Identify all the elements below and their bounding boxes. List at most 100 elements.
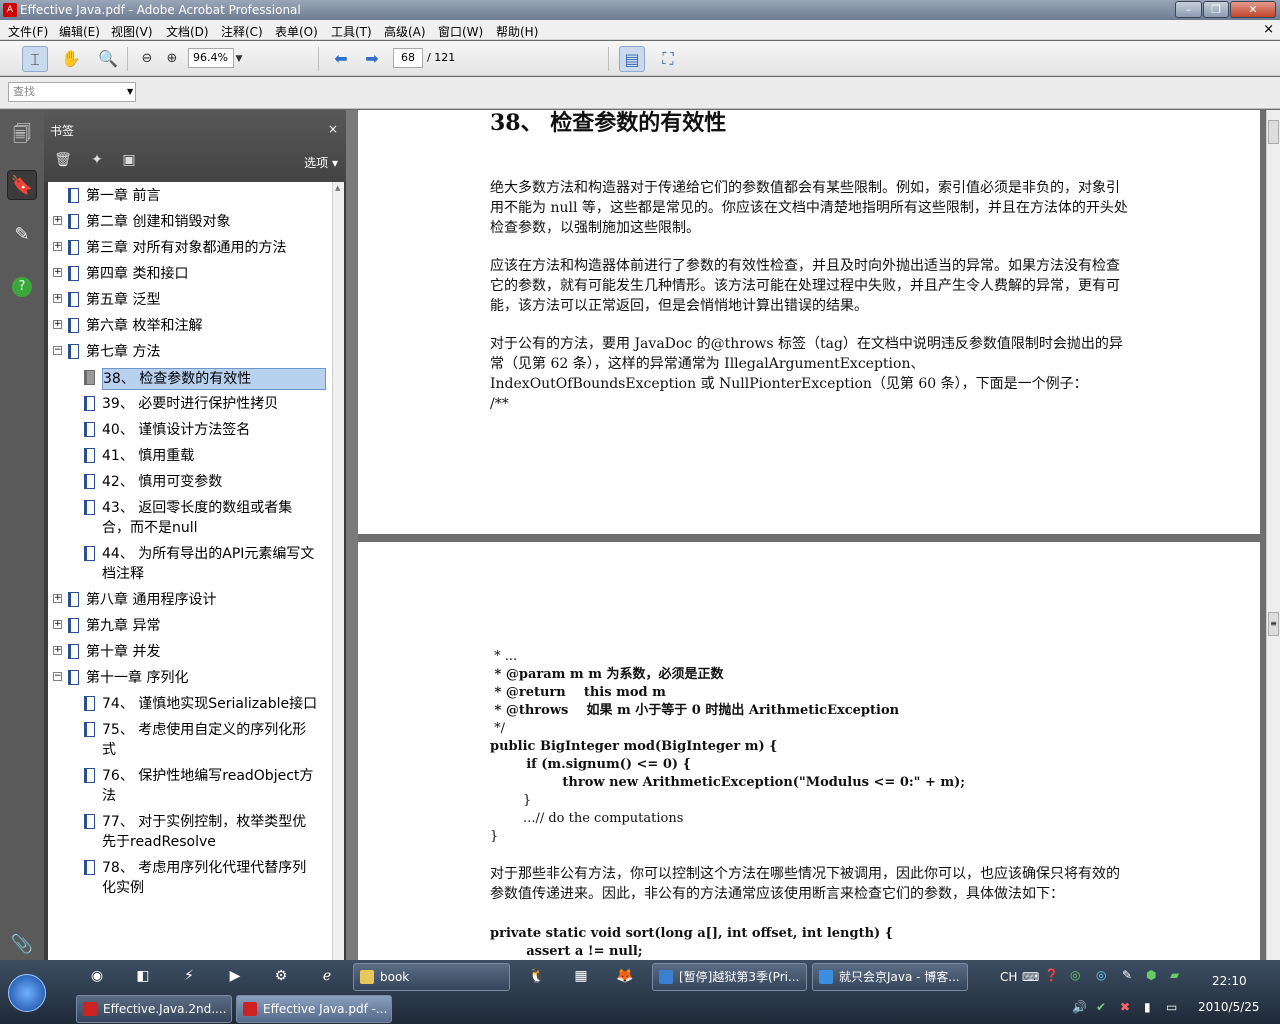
expand-bookmark-icon[interactable]: ▣ <box>118 152 140 174</box>
bookmark-item[interactable]: 77、 对于实例控制，枚举类型优 先于readResolve <box>48 812 332 856</box>
zoom-dropdown-icon[interactable]: ▼ <box>232 46 246 72</box>
clock-time[interactable]: 22:10 <box>1212 974 1247 988</box>
quicklaunch-icon[interactable]: ◉ <box>86 968 108 988</box>
bookmark-item[interactable]: + 第九章 异常 <box>48 616 332 638</box>
collapse-icon[interactable]: − <box>53 672 62 681</box>
menu-file[interactable]: 文件(F) <box>8 23 48 40</box>
expand-icon[interactable]: + <box>53 242 62 251</box>
minimize-button[interactable]: – <box>1175 1 1202 18</box>
bookmark-item[interactable]: 38、 检查参数的有效性 <box>48 368 332 390</box>
input-language[interactable]: CH <box>1000 970 1017 984</box>
expand-icon[interactable]: + <box>53 620 62 629</box>
quicklaunch-icon[interactable]: ⚙ <box>270 968 292 988</box>
collapse-icon[interactable]: − <box>53 346 62 355</box>
menu-comments[interactable]: 注释(C) <box>221 23 263 40</box>
clock-date[interactable]: 2010/5/25 <box>1198 1000 1260 1014</box>
bookmark-item[interactable]: 40、 谨慎设计方法签名 <box>48 420 332 442</box>
tray-app-icon[interactable]: ◎ <box>1096 968 1106 982</box>
bookmark-item[interactable]: − 第七章 方法 <box>48 342 332 364</box>
bookmark-item[interactable]: 43、 返回零长度的数组或者集 合，而不是null <box>48 498 332 542</box>
bookmark-item[interactable]: + 第六章 枚举和注解 <box>48 316 332 338</box>
tray-app-icon[interactable]: ✎ <box>1122 968 1132 982</box>
volume-icon[interactable]: 🔊 <box>1072 1000 1087 1014</box>
hand-tool-icon[interactable]: ✋ <box>58 46 84 72</box>
action-center-icon[interactable]: ✖ <box>1120 1000 1130 1014</box>
taskbar-item[interactable]: book <box>353 963 510 991</box>
panel-close-icon[interactable]: × <box>328 122 338 136</box>
network-icon[interactable]: ✔ <box>1096 1000 1106 1014</box>
close-button[interactable]: ✕ <box>1230 1 1276 18</box>
ie-icon[interactable]: ℯ <box>316 968 338 988</box>
quicklaunch-icon[interactable]: ◧ <box>132 968 154 988</box>
keyboard-icon[interactable]: ⌨ <box>1022 970 1039 984</box>
taskbar-item[interactable]: [暂停]越狱第3季(Pri... <box>652 963 807 991</box>
menu-tools[interactable]: 工具(T) <box>331 23 372 40</box>
bookmarks-panel-icon[interactable]: 🔖 <box>7 170 37 200</box>
bookmark-item[interactable]: 41、 慎用重载 <box>48 446 332 468</box>
help-tray-icon[interactable]: ❓ <box>1044 968 1059 982</box>
select-tool-icon[interactable]: ⌶ <box>22 46 48 72</box>
expand-icon[interactable]: + <box>53 646 62 655</box>
zoom-out-icon[interactable]: ⊖ <box>134 46 160 72</box>
attachments-icon[interactable]: 📎 <box>7 930 37 960</box>
tray-app-icon[interactable]: ▭ <box>1166 1000 1177 1014</box>
bookmark-item[interactable]: 76、 保护性地编写readObject方法 <box>48 766 332 810</box>
tray-app-icon[interactable]: ◎ <box>1070 968 1080 982</box>
taskbar-item[interactable]: 就只会京Java - 博客... <box>812 963 968 991</box>
bookmark-item[interactable]: + 第八章 通用程序设计 <box>48 590 332 612</box>
tray-app-icon[interactable]: ⬢ <box>1146 968 1156 982</box>
tray-app-icon[interactable]: ▰ <box>1170 968 1179 982</box>
zoom-level-input[interactable]: 96.4% <box>188 48 234 68</box>
options-menu[interactable]: 选项 ▾ <box>304 154 338 171</box>
menu-document[interactable]: 文档(D) <box>166 23 209 40</box>
bookmark-item[interactable]: + 第五章 泛型 <box>48 290 332 312</box>
bookmark-item[interactable]: + 第二章 创建和销毁对象 <box>48 212 332 234</box>
bookmark-item[interactable]: 74、 谨慎地实现Serializable接口 <box>48 694 332 716</box>
menu-window[interactable]: 窗口(W) <box>438 23 483 40</box>
firefox-icon[interactable]: 🦊 <box>614 968 636 988</box>
panel-splitter[interactable] <box>346 110 358 960</box>
bookmark-item[interactable]: + 第三章 对所有对象都通用的方法 <box>48 238 332 260</box>
menu-help[interactable]: 帮助(H) <box>496 23 538 40</box>
bookmark-item[interactable]: 75、 考虑使用自定义的序列化形式 <box>48 720 332 764</box>
bookmark-scrollbar[interactable]: ▲ <box>332 182 344 960</box>
expand-icon[interactable]: + <box>53 268 62 277</box>
help-icon[interactable]: ? <box>7 270 37 300</box>
menu-edit[interactable]: 编辑(E) <box>59 23 100 40</box>
expand-icon[interactable]: + <box>53 294 62 303</box>
document-scrollbar[interactable]: ≡ <box>1266 110 1280 960</box>
bookmark-item[interactable]: 78、 考虑用序列化代理代替序列 化实例 <box>48 858 332 902</box>
fit-width-icon[interactable]: ▤ <box>619 46 645 72</box>
battery-icon[interactable]: ▮ <box>1144 1000 1151 1014</box>
zoom-in-icon[interactable]: ⊕ <box>159 46 185 72</box>
expand-icon[interactable]: + <box>53 594 62 603</box>
expand-icon[interactable]: + <box>53 320 62 329</box>
calculator-icon[interactable]: ▦ <box>570 968 592 988</box>
qq-icon[interactable]: 🐧 <box>526 968 548 988</box>
delete-bookmark-icon[interactable]: 🗑 <box>52 152 74 174</box>
start-button[interactable] <box>8 974 46 1012</box>
previous-page-icon[interactable]: ⬅ <box>328 46 354 72</box>
maximize-button[interactable]: ❐ <box>1203 1 1229 18</box>
expand-icon[interactable]: + <box>53 216 62 225</box>
page-number-input[interactable]: 68 <box>393 48 423 68</box>
bookmark-item[interactable]: 39、 必要时进行保护性拷贝 <box>48 394 332 416</box>
menu-forms[interactable]: 表单(O) <box>275 23 318 40</box>
bookmark-item[interactable]: 44、 为所有导出的API元素编写文 档注释 <box>48 544 332 588</box>
bookmark-item[interactable]: + 第四章 类和接口 <box>48 264 332 286</box>
find-dropdown-icon[interactable]: ▼ <box>127 87 133 96</box>
quicklaunch-icon[interactable]: ▶ <box>224 968 246 988</box>
next-page-icon[interactable]: ➡ <box>359 46 385 72</box>
pages-panel-icon[interactable]: 🗐 <box>7 120 37 150</box>
bookmark-item[interactable]: 第一章 前言 <box>48 186 332 208</box>
menu-advanced[interactable]: 高级(A) <box>384 23 426 40</box>
bookmark-item[interactable]: 42、 慎用可变参数 <box>48 472 332 494</box>
zoom-tool-icon[interactable]: 🔍 <box>95 46 121 72</box>
quicklaunch-icon[interactable]: ⚡ <box>178 968 200 988</box>
find-input[interactable]: 查找 <box>8 82 136 102</box>
fit-page-icon[interactable]: ⛶ <box>655 46 681 72</box>
signatures-panel-icon[interactable]: ✎ <box>7 220 37 250</box>
bookmark-item[interactable]: − 第十一章 序列化 <box>48 668 332 690</box>
taskbar-item[interactable]: Effective.Java.2nd.... <box>76 995 232 1023</box>
bookmark-item[interactable]: + 第十章 并发 <box>48 642 332 664</box>
